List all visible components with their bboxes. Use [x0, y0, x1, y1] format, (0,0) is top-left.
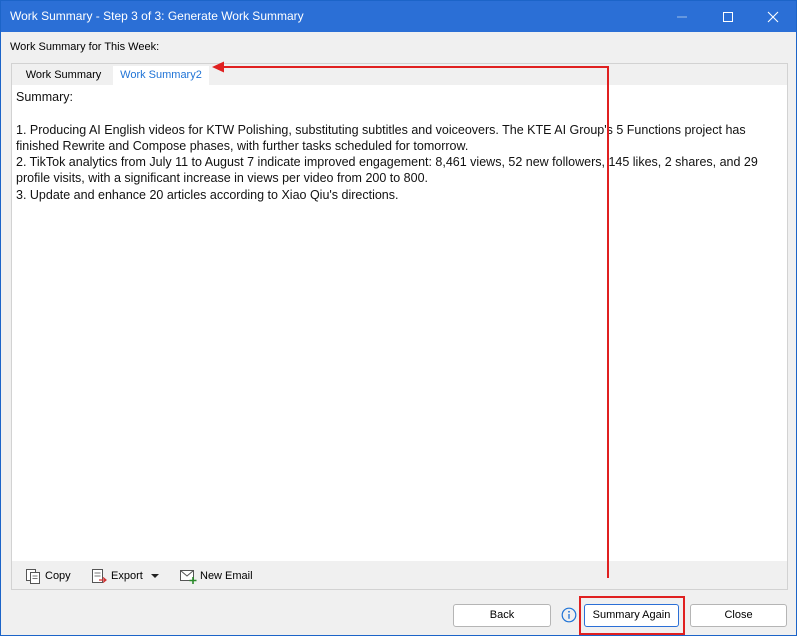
copy-button[interactable]: Copy	[25, 567, 71, 585]
close-button[interactable]: Close	[690, 604, 787, 627]
export-button[interactable]: Export	[90, 567, 161, 585]
export-label: Export	[111, 570, 143, 582]
info-icon[interactable]	[561, 607, 577, 623]
summary-again-button[interactable]: Summary Again	[584, 604, 679, 627]
new-email-button[interactable]: New Email	[179, 567, 253, 585]
week-label: Work Summary for This Week:	[10, 41, 160, 53]
back-button[interactable]: Back	[453, 604, 551, 627]
window-title: Work Summary - Step 3 of 3: Generate Wor…	[10, 9, 304, 23]
maximize-button[interactable]	[705, 1, 751, 32]
dialog-window: Work Summary - Step 3 of 3: Generate Wor…	[0, 0, 797, 636]
new-email-label: New Email	[200, 570, 253, 582]
copy-label: Copy	[45, 570, 71, 582]
summary-heading: Summary:	[16, 90, 73, 104]
export-icon	[92, 568, 107, 583]
minimize-icon	[677, 16, 687, 17]
minimize-button[interactable]	[659, 1, 705, 32]
copy-icon	[26, 568, 40, 584]
summary-body: 1. Producing AI English videos for KTW P…	[16, 122, 758, 202]
maximize-icon	[723, 11, 733, 22]
close-window-button[interactable]	[750, 1, 796, 32]
title-bar[interactable]: Work Summary - Step 3 of 3: Generate Wor…	[1, 1, 796, 32]
close-icon	[767, 11, 779, 22]
tab-work-summary[interactable]: Work Summary	[14, 66, 113, 85]
chevron-down-icon	[150, 574, 159, 578]
summary-content: Summary: 1. Producing AI English videos …	[16, 89, 781, 203]
email-icon	[180, 569, 197, 584]
tab-work-summary2[interactable]: Work Summary2	[113, 66, 209, 85]
